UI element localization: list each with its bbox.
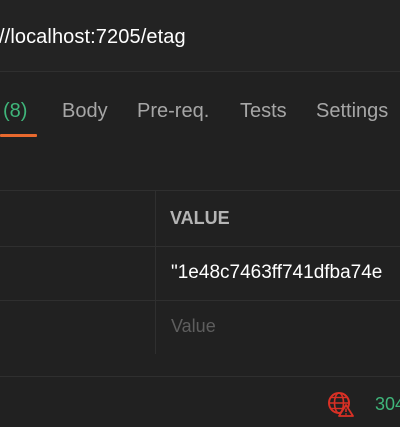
- header-value-input[interactable]: Value: [171, 316, 216, 337]
- tab-body[interactable]: Body: [62, 100, 108, 123]
- headers-table: VALUE "1e48c7463ff741dfba74e Value: [0, 191, 400, 355]
- tab-headers-count[interactable]: (8): [3, 100, 27, 123]
- request-editor: //localhost:7205/etag (8) Body Pre-req. …: [0, 0, 400, 427]
- header-value-cell[interactable]: "1e48c7463ff741dfba74e: [171, 262, 382, 284]
- globe-error-icon[interactable]: [327, 391, 355, 417]
- table-row-empty[interactable]: Value: [0, 301, 400, 355]
- url-bar[interactable]: //localhost:7205/etag: [0, 0, 400, 72]
- headers-toolbar: [0, 138, 400, 191]
- active-tab-indicator: [0, 134, 37, 137]
- table-header-row: VALUE: [0, 191, 400, 247]
- response-status-bar: 304: [0, 376, 400, 427]
- status-code: 304: [375, 394, 400, 414]
- url-text[interactable]: //localhost:7205/etag: [0, 26, 186, 49]
- table-row[interactable]: "1e48c7463ff741dfba74e: [0, 247, 400, 301]
- value-column-header: VALUE: [170, 208, 230, 228]
- request-tabs: (8) Body Pre-req. Tests Settings: [0, 72, 400, 138]
- tab-settings[interactable]: Settings: [316, 100, 388, 123]
- tab-tests[interactable]: Tests: [240, 100, 287, 123]
- tab-pre-request[interactable]: Pre-req.: [137, 100, 209, 123]
